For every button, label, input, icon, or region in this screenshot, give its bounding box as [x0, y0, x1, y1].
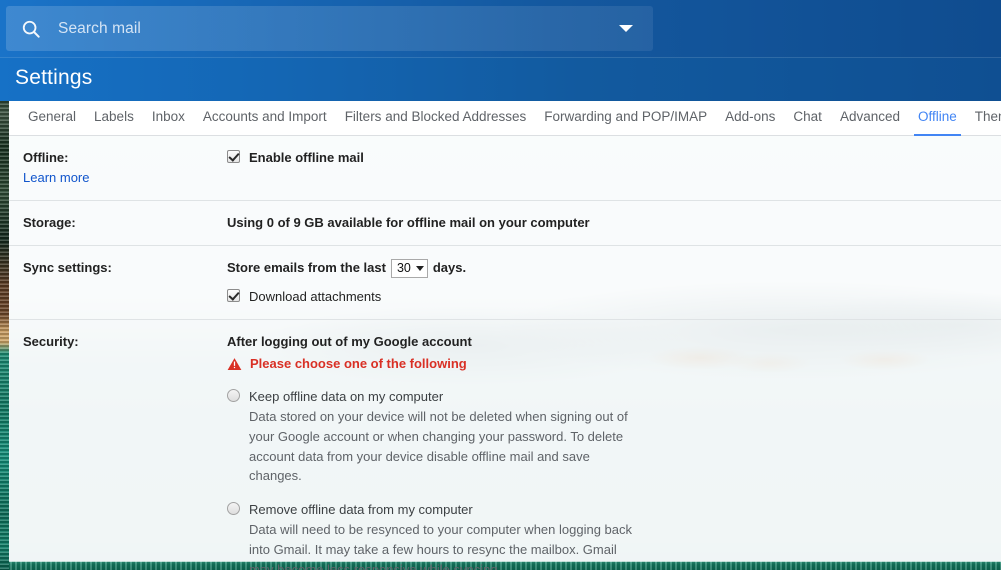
tab-offline[interactable]: Offline	[909, 101, 966, 136]
store-emails-prefix: Store emails from the last	[227, 260, 386, 276]
settings-tab-bar: General Labels Inbox Accounts and Import…	[9, 101, 1001, 136]
row-offline-label-group: Offline: Learn more	[9, 148, 227, 188]
remove-offline-data-label[interactable]: Remove offline data from my computer	[249, 500, 473, 520]
tab-add-ons[interactable]: Add-ons	[716, 101, 784, 136]
enable-offline-mail-label[interactable]: Enable offline mail	[249, 148, 364, 168]
row-storage-body: Using 0 of 9 GB available for offline ma…	[227, 213, 1001, 233]
row-storage-label: Storage:	[23, 215, 76, 231]
keep-offline-data-label[interactable]: Keep offline data on my computer	[249, 387, 443, 407]
security-warning-text: Please choose one of the following	[250, 355, 467, 371]
enable-offline-mail-checkbox[interactable]	[227, 150, 240, 163]
store-emails-line: Store emails from the last 30 days.	[227, 258, 1001, 278]
row-offline: Offline: Learn more Enable offline mail	[9, 136, 1001, 202]
row-security-label: Security:	[23, 333, 79, 349]
store-days-value: 30	[396, 260, 411, 275]
download-attachments-checkbox[interactable]	[227, 288, 240, 302]
row-sync-settings: Sync settings: Store emails from the las…	[9, 246, 1001, 320]
tab-advanced[interactable]: Advanced	[831, 101, 909, 136]
tab-inbox[interactable]: Inbox	[143, 101, 194, 136]
row-sync-settings-body: Store emails from the last 30 days. Down…	[227, 258, 1001, 306]
store-emails-suffix: days.	[432, 260, 467, 276]
row-security: Security: After logging out of my Google…	[9, 320, 1001, 570]
store-days-chevron-down-icon	[415, 265, 424, 271]
tab-filters-and-blocked-addresses[interactable]: Filters and Blocked Addresses	[336, 101, 536, 136]
settings-rows: Offline: Learn more Enable offline mail …	[9, 136, 1001, 570]
tab-forwarding-and-pop-imap[interactable]: Forwarding and POP/IMAP	[535, 101, 716, 136]
tab-chat[interactable]: Chat	[784, 101, 831, 136]
tab-themes[interactable]: Themes	[966, 101, 1001, 136]
remove-offline-data-description: Data will need to be resynced to your co…	[249, 522, 632, 570]
row-offline-label: Offline:	[23, 150, 69, 165]
store-days-select[interactable]: 30	[390, 258, 428, 278]
top-bar: Search mail	[0, 0, 1001, 57]
row-storage: Storage: Using 0 of 9 GB available for o…	[9, 201, 1001, 247]
search-input[interactable]: Search mail	[58, 21, 619, 37]
settings-header-band: Settings	[0, 57, 1001, 101]
tab-accounts-and-import[interactable]: Accounts and Import	[194, 101, 336, 136]
gmail-settings-window: Search mail Settings General Labels Inbo…	[0, 0, 1001, 570]
search-options-chevron-down-icon[interactable]	[619, 25, 633, 32]
security-heading: After logging out of my Google account	[227, 333, 472, 349]
download-attachments-label[interactable]: Download attachments	[249, 287, 381, 307]
search-icon	[20, 18, 42, 40]
learn-more-link[interactable]: Learn more	[23, 168, 227, 188]
tab-labels[interactable]: Labels	[85, 101, 143, 136]
search-box[interactable]: Search mail	[6, 6, 653, 51]
row-security-body: After logging out of my Google account P…	[227, 332, 1001, 570]
warning-triangle-icon	[227, 357, 242, 371]
remove-offline-data-radio[interactable]	[227, 502, 240, 516]
tab-general[interactable]: General	[19, 101, 85, 136]
security-warning: Please choose one of the following	[227, 354, 1001, 374]
keep-offline-data-radio[interactable]	[227, 388, 240, 402]
settings-panel: General Labels Inbox Accounts and Import…	[9, 101, 1001, 570]
row-sync-settings-label: Sync settings:	[23, 260, 112, 276]
keep-offline-data-description: Data stored on your device will not be d…	[249, 409, 628, 484]
page-title: Settings	[15, 66, 93, 89]
row-offline-body: Enable offline mail	[227, 148, 1001, 188]
storage-usage-text: Using 0 of 9 GB available for offline ma…	[227, 215, 590, 231]
security-option-remove: Remove offline data from my computer Dat…	[227, 500, 1001, 570]
security-option-keep: Keep offline data on my computer Data st…	[227, 387, 1001, 486]
